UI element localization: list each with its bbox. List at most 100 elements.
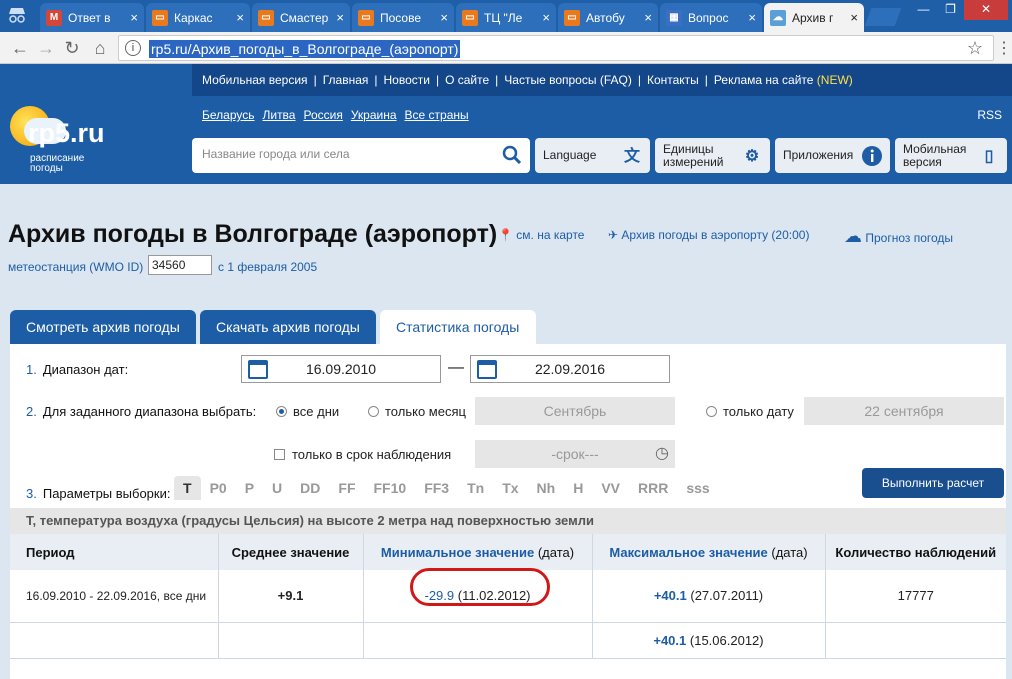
calendar-icon[interactable] [248,360,268,379]
menu-icon[interactable]: ⋮ [996,38,1012,58]
map-link[interactable]: 📍 см. на карте [498,228,584,242]
radio-month[interactable]: только месяц [368,404,466,419]
close-icon[interactable]: × [236,10,244,25]
params-label: 3. Параметры выборки: [26,486,171,501]
param-tab[interactable]: P [236,476,263,500]
radio-all-days[interactable]: все дни [276,404,339,419]
param-tabs: T P0 P U DD FF FF10 FF3 Tn Tx Nh H VV RR… [174,476,719,500]
nav-news[interactable]: Новости [384,73,430,87]
units-button[interactable]: Единицы измерений ⚙ [655,138,770,173]
nav-about[interactable]: О сайте [445,73,489,87]
search-icon[interactable] [502,145,522,165]
nav-contacts[interactable]: Контакты [647,73,699,87]
site-header: Мобильная версия | Главная | Новости | О са… [0,64,1012,184]
search-input[interactable] [202,147,492,161]
param-tab[interactable]: Tn [458,476,493,500]
nav-home[interactable]: Главная [323,73,369,87]
close-icon[interactable]: × [130,10,138,25]
close-icon[interactable]: × [336,10,344,25]
date-range-label: 1. Диапазон дат: [26,362,129,377]
browser-tab[interactable]: ▭ ТЦ "Ле × [456,3,556,32]
calendar-icon[interactable] [477,360,497,379]
browser-tab[interactable]: ▭ Смастер × [252,3,350,32]
country-link[interactable]: Украина [351,108,397,122]
chat-icon: ▭ [358,9,374,26]
info-icon[interactable]: i [125,40,141,56]
language-button[interactable]: Language 文 [535,138,650,173]
close-icon[interactable]: × [644,10,652,25]
browser-tab-active[interactable]: ☁ Архив г × [764,3,864,32]
close-icon[interactable]: × [542,10,550,25]
close-window-icon[interactable]: ✕ [964,0,1008,20]
calculate-button[interactable]: Выполнить расчет [862,468,1004,498]
airport-archive-link[interactable]: ✈ Архив погоды в аэропорту (20:00) [608,228,809,242]
browser-tab[interactable]: ▦ Вопрос × [660,3,762,32]
chat-icon: ▭ [462,9,478,26]
home-icon[interactable]: ⌂ [88,36,112,60]
map-pin-icon: 📍 [498,228,513,242]
param-tab[interactable]: U [263,476,291,500]
apps-button[interactable]: Приложения [775,138,890,173]
city-search [192,138,530,173]
new-tab-button[interactable] [864,8,902,26]
country-links: Беларусь Литва Россия Украина Все страны [202,108,477,122]
star-icon[interactable]: ☆ [967,38,983,59]
country-link[interactable]: Беларусь [202,108,254,122]
max-value-link[interactable]: +40.1 [653,633,686,648]
close-icon[interactable]: × [850,10,858,25]
date-to-input[interactable]: 22.09.2016 [470,355,670,383]
rss-link[interactable]: RSS [977,108,1002,122]
param-tab[interactable]: H [564,476,592,500]
close-icon[interactable]: × [748,10,756,25]
wmo-id-input[interactable]: 34560 [148,255,212,275]
incognito-icon [6,6,28,24]
browser-tab[interactable]: M Ответ в × [40,3,144,32]
term-select[interactable]: -срок--- ◷ [475,440,675,468]
mobile-version-button[interactable]: Мобильная версия ▯ [895,138,1007,173]
tab-download-archive[interactable]: Скачать архив погоды [200,310,376,344]
nav-ads[interactable]: Реклама на сайте [714,73,814,87]
page-title: Архив погоды в Волгограде (аэропорт) [8,220,498,248]
param-tab[interactable]: sss [677,476,718,500]
param-tab[interactable]: FF3 [415,476,458,500]
minimize-icon[interactable]: — [910,0,937,20]
date-from-input[interactable]: 16.09.2010 [241,355,441,383]
browser-tab[interactable]: ▭ Автобу × [558,3,658,32]
nav-faq[interactable]: Частые вопросы (FAQ) [504,73,632,87]
maximize-icon[interactable]: ❐ [937,0,964,20]
forecast-link[interactable]: ☁ Прогноз погоды [844,226,953,247]
param-tab[interactable]: P0 [201,476,236,500]
address-bar[interactable]: i rp5.ru/Архив_погоды_в_Волгограде_(аэро… [118,35,994,61]
browser-tab[interactable]: ▭ Каркас × [146,3,250,32]
param-tab[interactable]: Nh [528,476,565,500]
term-checkbox[interactable]: только в срок наблюдения [274,447,451,462]
max-value-link[interactable]: +40.1 [654,588,687,603]
site-logo[interactable]: rp5.ru расписание погоды [8,104,188,184]
param-tab[interactable]: T [174,476,201,500]
param-tab[interactable]: VV [592,476,629,500]
country-link[interactable]: Россия [303,108,342,122]
country-link[interactable]: Все страны [405,108,469,122]
param-tab[interactable]: Tx [493,476,527,500]
param-tab[interactable]: FF10 [365,476,416,500]
airplane-icon: ✈ [608,228,619,242]
tab-view-archive[interactable]: Смотреть архив погоды [10,310,196,344]
browser-toolbar: ← → ↻ ⌂ i rp5.ru/Архив_погоды_в_Волгогра… [0,32,1012,64]
browser-tab[interactable]: ▭ Посове × [352,3,454,32]
param-tab[interactable]: DD [291,476,329,500]
statistics-panel: 1. Диапазон дат: 16.09.2010 — 22.09.2016 … [10,344,1006,679]
close-icon[interactable]: × [440,10,448,25]
back-icon[interactable]: ← [8,36,32,60]
reload-icon[interactable]: ↻ [60,36,84,60]
param-tab[interactable]: RRR [629,476,677,500]
forward-icon[interactable]: → [34,36,58,60]
date-select[interactable]: 22 сентября [804,397,1004,425]
tab-statistics[interactable]: Статистика погоды [380,310,536,344]
url-text[interactable]: rp5.ru/Архив_погоды_в_Волгограде_(аэропо… [149,40,461,58]
country-link[interactable]: Литва [262,108,295,122]
month-select[interactable]: Сентябрь [475,397,675,425]
param-tab[interactable]: FF [329,476,364,500]
nav-mobile[interactable]: Мобильная версия [202,73,308,87]
radio-date[interactable]: только дату [706,404,794,419]
page-content: Архив погоды в Волгограде (аэропорт) 📍 с… [0,184,1012,679]
